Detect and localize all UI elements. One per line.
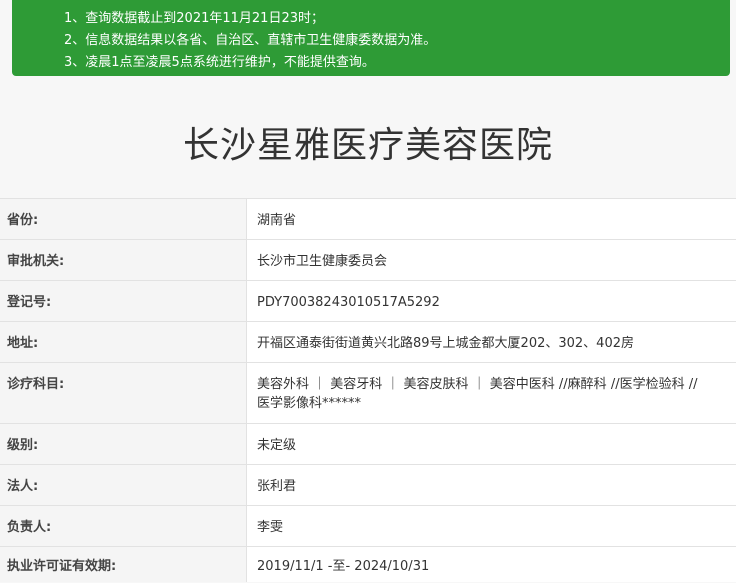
table-row: 审批机关: 长沙市卫生健康委员会	[0, 239, 736, 280]
notice-line: 3、凌晨1点至凌晨5点系统进行维护，不能提供查询。	[64, 55, 375, 70]
notice-banner: 1、查询数据截止到2021年11月21日23时； 2、信息数据结果以各省、自治区…	[12, 0, 730, 76]
table-row: 省份: 湖南省	[0, 198, 736, 239]
notice-line: 2、信息数据结果以各省、自治区、直辖市卫生健康委数据为准。	[64, 33, 437, 48]
row-value: 未定级	[246, 424, 736, 464]
row-value: 张利君	[246, 465, 736, 505]
row-value: 2019/11/1 -至- 2024/10/31	[246, 547, 736, 582]
table-row: 登记号: PDY70038243010517A5292	[0, 280, 736, 321]
row-label: 登记号:	[0, 281, 246, 321]
row-label: 法人:	[0, 465, 246, 505]
row-value: 美容外科 ｜ 美容牙科 ｜ 美容皮肤科 ｜ 美容中医科 //麻醉科 //医学检验…	[246, 363, 736, 423]
row-label: 诊疗科目:	[0, 363, 246, 423]
table-row: 执业许可证有效期: 2019/11/1 -至- 2024/10/31	[0, 546, 736, 582]
hospital-info-table: 省份: 湖南省 审批机关: 长沙市卫生健康委员会 登记号: PDY7003824…	[0, 198, 736, 582]
table-row: 级别: 未定级	[0, 423, 736, 464]
row-value: PDY70038243010517A5292	[246, 281, 736, 321]
row-label: 负责人:	[0, 506, 246, 546]
row-label: 地址:	[0, 322, 246, 362]
row-value: 长沙市卫生健康委员会	[246, 240, 736, 280]
row-label: 级别:	[0, 424, 246, 464]
table-row: 地址: 开福区通泰街街道黄兴北路89号上城金都大厦202、302、402房	[0, 321, 736, 362]
table-row: 法人: 张利君	[0, 464, 736, 505]
table-row: 诊疗科目: 美容外科 ｜ 美容牙科 ｜ 美容皮肤科 ｜ 美容中医科 //麻醉科 …	[0, 362, 736, 423]
notice-line: 1、查询数据截止到2021年11月21日23时；	[64, 11, 324, 26]
row-value: 开福区通泰街街道黄兴北路89号上城金都大厦202、302、402房	[246, 322, 736, 362]
row-label: 审批机关:	[0, 240, 246, 280]
row-label: 省份:	[0, 199, 246, 239]
row-label: 执业许可证有效期:	[0, 547, 246, 582]
page-title: 长沙星雅医疗美容医院	[182, 125, 553, 166]
table-row: 负责人: 李雯	[0, 505, 736, 546]
row-value: 湖南省	[246, 199, 736, 239]
row-value: 李雯	[246, 506, 736, 546]
